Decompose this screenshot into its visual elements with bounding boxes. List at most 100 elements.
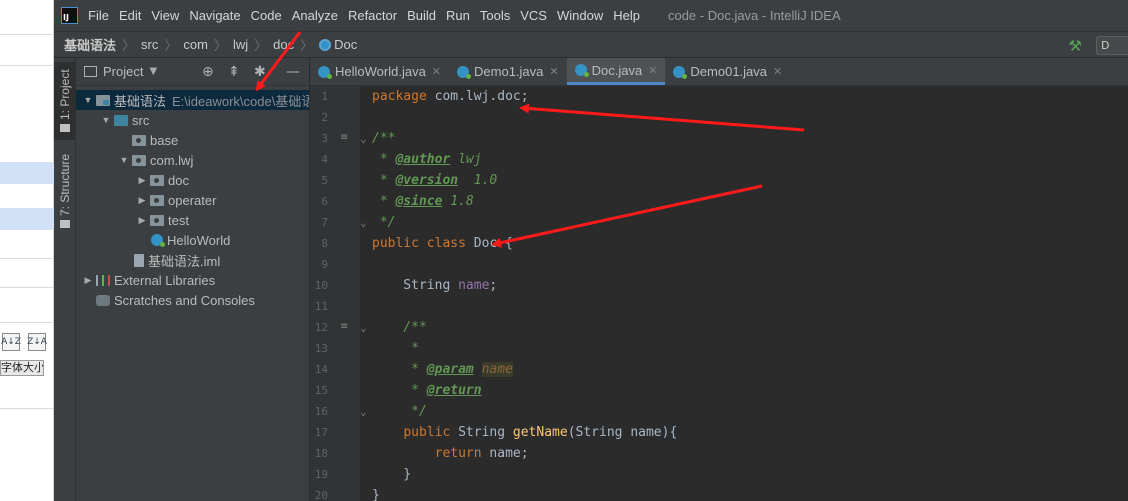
editor-tab[interactable]: Demo1.java ✕ — [449, 58, 567, 85]
expanded-arrow-icon[interactable]: ▼ — [82, 95, 94, 105]
tree-item[interactable]: Scratches and Consoles — [76, 290, 309, 310]
menu-analyze[interactable]: Analyze — [292, 8, 338, 23]
code-token: */ — [372, 215, 396, 230]
font-size-tag[interactable]: 字体大小 — [0, 360, 44, 376]
background-selected-row — [0, 208, 54, 230]
menu-edit[interactable]: Edit — [119, 8, 141, 23]
breadcrumb-item-com[interactable]: com — [183, 37, 208, 52]
tree-item[interactable]: ▶ doc — [76, 170, 309, 190]
gear-icon[interactable]: ✱ — [254, 64, 266, 80]
background-divider — [0, 34, 54, 35]
code-line: /** — [372, 317, 427, 338]
menu-file[interactable]: File — [88, 8, 109, 23]
breadcrumb-item-src[interactable]: src — [141, 37, 158, 52]
line-number: 18 — [314, 447, 328, 460]
hide-panel-icon[interactable]: — — [286, 64, 300, 80]
close-icon[interactable]: ✕ — [648, 64, 657, 77]
code-line: /** — [372, 128, 395, 149]
run-configuration-selector[interactable]: D — [1096, 36, 1128, 55]
expanded-arrow-icon[interactable]: ▼ — [118, 155, 130, 165]
render-doc-icon[interactable]: ≡ — [340, 321, 348, 332]
code-token: public — [403, 425, 459, 440]
close-icon[interactable]: ✕ — [549, 65, 558, 78]
project-view-icon — [84, 66, 97, 77]
close-icon[interactable]: ✕ — [432, 65, 441, 78]
editor-tab[interactable]: Doc.java ✕ — [566, 58, 666, 85]
breadcrumb: 基础语法 〉 src 〉 com 〉 lwj 〉 doc 〉 Doc ⚒ D — [54, 31, 1128, 58]
code-line: public String getName(String name){ — [372, 422, 677, 443]
line-number: 9 — [321, 258, 328, 271]
chevron-right-icon: 〉 — [122, 39, 136, 54]
tree-item[interactable]: ▶ operater — [76, 190, 309, 210]
line-number: 14 — [314, 363, 328, 376]
render-doc-icon[interactable]: ≡ — [340, 132, 348, 143]
folder-icon — [60, 124, 70, 133]
tree-item[interactable]: ▼ src — [76, 110, 309, 130]
expanded-arrow-icon[interactable]: ▼ — [100, 115, 112, 125]
editor-tab[interactable]: HelloWorld.java ✕ — [310, 58, 449, 85]
breadcrumb-item-project[interactable]: 基础语法 — [64, 35, 116, 54]
chevron-right-icon: 〉 — [213, 39, 227, 54]
collapsed-arrow-icon[interactable]: ▶ — [136, 175, 148, 186]
tree-item[interactable]: HelloWorld — [76, 230, 309, 250]
breadcrumb-item-doc[interactable]: doc — [273, 37, 294, 52]
menu-vcs[interactable]: VCS — [520, 8, 547, 23]
background-divider — [0, 258, 54, 259]
code-token: com.lwj.doc; — [434, 89, 529, 104]
sort-descending-icon[interactable]: Z↓A — [27, 333, 47, 351]
tree-item[interactable]: ▶ External Libraries — [76, 270, 309, 290]
menu-build[interactable]: Build — [407, 8, 436, 23]
code-token: } — [372, 488, 380, 501]
line-number: 1 — [321, 90, 328, 103]
tree-item[interactable]: ▼ 基础语法 E:\ideawork\code\基础语法 — [76, 90, 309, 110]
collapsed-arrow-icon[interactable]: ▶ — [136, 215, 148, 226]
tool-window-structure-button[interactable]: 7: Structure — [54, 150, 76, 232]
tree-item[interactable]: 基础语法.iml — [76, 250, 309, 270]
tree-item-label: base — [150, 132, 179, 148]
background-divider — [0, 287, 54, 288]
collapse-all-icon[interactable]: ⇞ — [228, 64, 240, 80]
code-line: } — [372, 464, 411, 485]
menu-tools[interactable]: Tools — [480, 8, 510, 23]
project-panel-header: Project ▼ ⊕ ⇞ ✱ — — [76, 58, 309, 86]
background-divider — [0, 65, 54, 66]
code-token: (String name){ — [567, 425, 678, 440]
menu-help[interactable]: Help — [613, 8, 640, 23]
code-line: * @author lwj — [372, 149, 482, 170]
line-number: 3 — [321, 132, 328, 145]
package-icon — [132, 154, 146, 166]
menu-run[interactable]: Run — [446, 8, 470, 23]
menu-code[interactable]: Code — [251, 8, 282, 23]
code-token: } — [372, 467, 412, 482]
project-view-selector[interactable]: Project — [103, 64, 143, 79]
line-number: 19 — [314, 468, 328, 481]
menu-navigate[interactable]: Navigate — [189, 8, 240, 23]
tree-item[interactable]: base — [76, 130, 309, 150]
code-line: package com.lwj.doc; — [372, 86, 529, 107]
tree-item[interactable]: ▼ com.lwj — [76, 150, 309, 170]
breadcrumb-item-lwj[interactable]: lwj — [233, 37, 248, 52]
build-hammer-icon[interactable]: ⚒ — [1069, 37, 1082, 55]
code-token: 1.0 — [458, 173, 498, 188]
iml-icon — [134, 253, 144, 267]
collapsed-arrow-icon[interactable]: ▶ — [136, 195, 148, 206]
editor-tab-bar: HelloWorld.java ✕ Demo1.java ✕ Doc.java ✕ Demo… — [310, 58, 1128, 86]
code-line: */ — [372, 401, 427, 422]
tree-item[interactable]: ▶ test — [76, 210, 309, 230]
java-class-icon — [319, 38, 332, 51]
breadcrumb-item-file[interactable]: Doc — [334, 37, 357, 52]
code-token: Doc { — [473, 236, 513, 251]
close-icon[interactable]: ✕ — [773, 65, 782, 78]
tool-window-project-button[interactable]: 1: Project — [54, 62, 76, 140]
editor-tab[interactable]: Demo01.java ✕ — [665, 58, 790, 85]
code-area[interactable]: package com.lwj.doc; /** * @author lwj * … — [360, 86, 1128, 501]
menu-refactor[interactable]: Refactor — [348, 8, 397, 23]
tree-item-label: operater — [168, 192, 217, 208]
menu-window[interactable]: Window — [557, 8, 603, 23]
collapsed-arrow-icon[interactable]: ▶ — [82, 275, 94, 286]
caret-down-icon[interactable]: ▼ — [149, 66, 157, 77]
menu-view[interactable]: View — [151, 8, 179, 23]
background-app-window: A↓Z Z↓A 字体大小 — [0, 0, 54, 501]
sort-ascending-icon[interactable]: A↓Z — [1, 333, 21, 351]
locate-file-icon[interactable]: ⊕ — [202, 64, 214, 80]
